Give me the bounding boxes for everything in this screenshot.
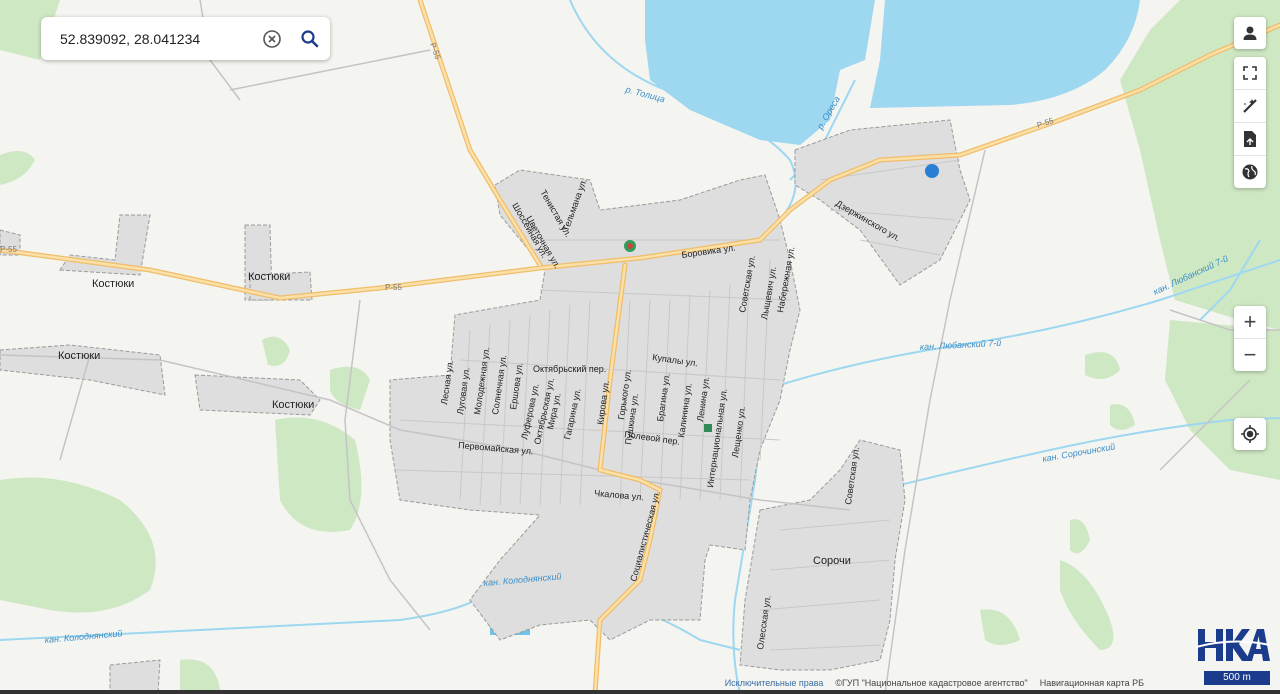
ruler-icon[interactable] [1234,89,1266,122]
map-tools-group [1234,57,1266,188]
close-circle-icon[interactable] [259,26,285,52]
account-control [1234,17,1266,49]
place-label: Костюки [272,399,314,411]
search-icon[interactable] [297,26,323,52]
globe-icon[interactable] [1234,155,1266,188]
map-canvas[interactable]: Костюки Костюки Костюки Костюки Сорочи Б… [0,0,1280,694]
scale-bar: 500 m [1204,671,1270,685]
poi-marker[interactable] [925,164,939,178]
zoom-in-button[interactable]: + [1234,306,1266,338]
crosshair-icon[interactable] [1234,418,1266,450]
place-label: Костюки [58,350,100,362]
document-icon[interactable] [1234,122,1266,155]
zoom-in-label: + [1243,309,1257,334]
zoom-out-label: − [1243,342,1257,367]
place-label: Костюки [248,271,290,283]
place-label: Сорочи [813,555,851,567]
agency-text: ©ГУП "Национальное кадастровое агентство… [835,678,1028,688]
person-icon[interactable] [1234,17,1266,49]
poi-marker[interactable] [704,424,712,432]
place-label: Костюки [92,278,134,290]
road-label: Р-55 [0,245,17,254]
zoom-out-button[interactable]: − [1234,338,1266,371]
street-label: Октябрьский пер. [533,364,606,374]
zoom-control: + − [1234,306,1266,371]
nka-logo [1196,629,1270,661]
coordinates-search-input[interactable] [58,29,257,48]
search-box [41,17,330,60]
locate-control [1234,418,1266,450]
fullscreen-icon[interactable] [1234,57,1266,89]
rights-link[interactable]: Исключительные права [725,678,824,688]
map-name-text: Навигационная карта РБ [1039,678,1144,688]
attribution: Исключительные права ©ГУП "Национальное … [725,678,1144,688]
road-label: Р-55 [385,283,402,292]
